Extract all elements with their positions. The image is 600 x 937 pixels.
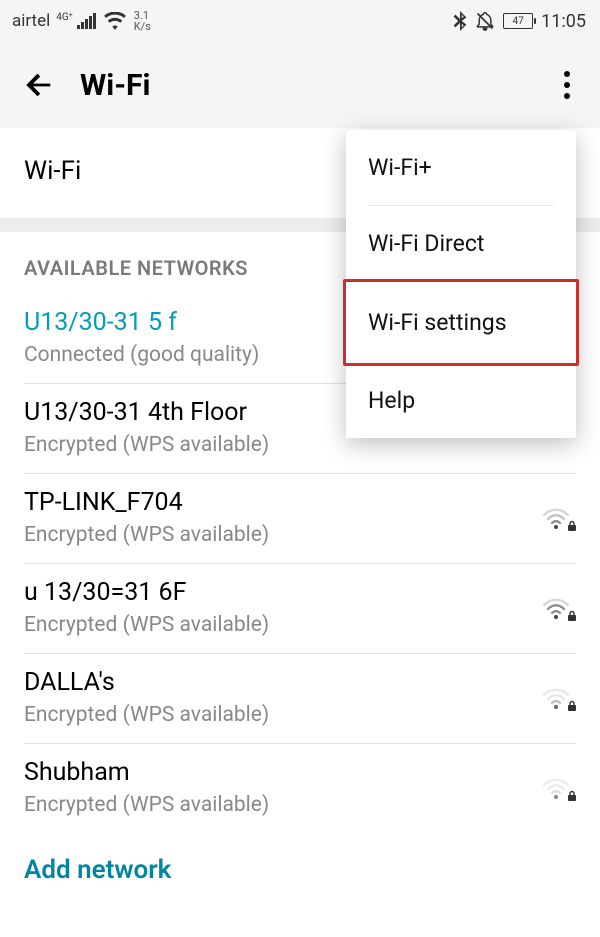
overflow-menu: Wi-Fi+ Wi-Fi Direct Wi-Fi settings Help: [346, 130, 576, 438]
menu-item-wifi-direct[interactable]: Wi-Fi Direct: [346, 206, 576, 281]
network-name: DALLA's: [24, 668, 536, 697]
wifi-signal-lock-icon: [536, 776, 576, 800]
app-header: Wi-Fi: [0, 42, 600, 128]
wifi-status-icon: [104, 12, 126, 30]
network-type-top: 4G⁺: [56, 13, 72, 22]
network-item[interactable]: Shubham Encrypted (WPS available): [24, 744, 576, 833]
cellular-signal-icon: [77, 13, 96, 29]
bluetooth-icon: [453, 11, 467, 31]
menu-item-wifi-settings[interactable]: Wi-Fi settings: [343, 279, 579, 366]
wifi-signal-lock-icon: [536, 506, 576, 530]
status-left: airtel 4G⁺ 3.1 K/s: [12, 10, 151, 32]
battery-level: 47: [513, 16, 524, 27]
network-type-badge: 4G⁺: [56, 13, 72, 22]
network-status: Encrypted (WPS available): [24, 523, 536, 547]
battery-icon: 47: [503, 13, 533, 29]
network-name: Shubham: [24, 758, 536, 787]
network-status: Encrypted (WPS available): [24, 793, 536, 817]
status-bar: airtel 4G⁺ 3.1 K/s 47 11:05: [0, 0, 600, 42]
menu-item-wifi-plus[interactable]: Wi-Fi+: [346, 130, 576, 205]
status-right: 47 11:05: [453, 11, 586, 32]
menu-item-help[interactable]: Help: [346, 363, 576, 438]
network-item[interactable]: DALLA's Encrypted (WPS available): [24, 654, 576, 744]
clock: 11:05: [541, 11, 586, 32]
data-speed: 3.1 K/s: [134, 10, 151, 32]
network-item[interactable]: TP-LINK_F704 Encrypted (WPS available): [24, 474, 576, 564]
network-name: u 13/30=31 6F: [24, 578, 536, 607]
wifi-toggle-label: Wi-Fi: [24, 156, 81, 186]
wifi-signal-lock-icon: [536, 686, 576, 710]
network-status: Encrypted (WPS available): [24, 703, 536, 727]
carrier-label: airtel: [12, 11, 50, 31]
network-name: TP-LINK_F704: [24, 488, 536, 517]
dnd-mute-icon: [475, 11, 495, 31]
page-title: Wi-Fi: [80, 68, 150, 103]
add-network-button[interactable]: Add network: [0, 833, 600, 907]
wifi-signal-lock-icon: [536, 596, 576, 620]
network-status: Encrypted (WPS available): [24, 613, 536, 637]
network-item[interactable]: u 13/30=31 6F Encrypted (WPS available): [24, 564, 576, 654]
speed-unit: K/s: [134, 21, 151, 32]
overflow-menu-button[interactable]: [556, 63, 578, 107]
back-icon[interactable]: [22, 68, 56, 102]
